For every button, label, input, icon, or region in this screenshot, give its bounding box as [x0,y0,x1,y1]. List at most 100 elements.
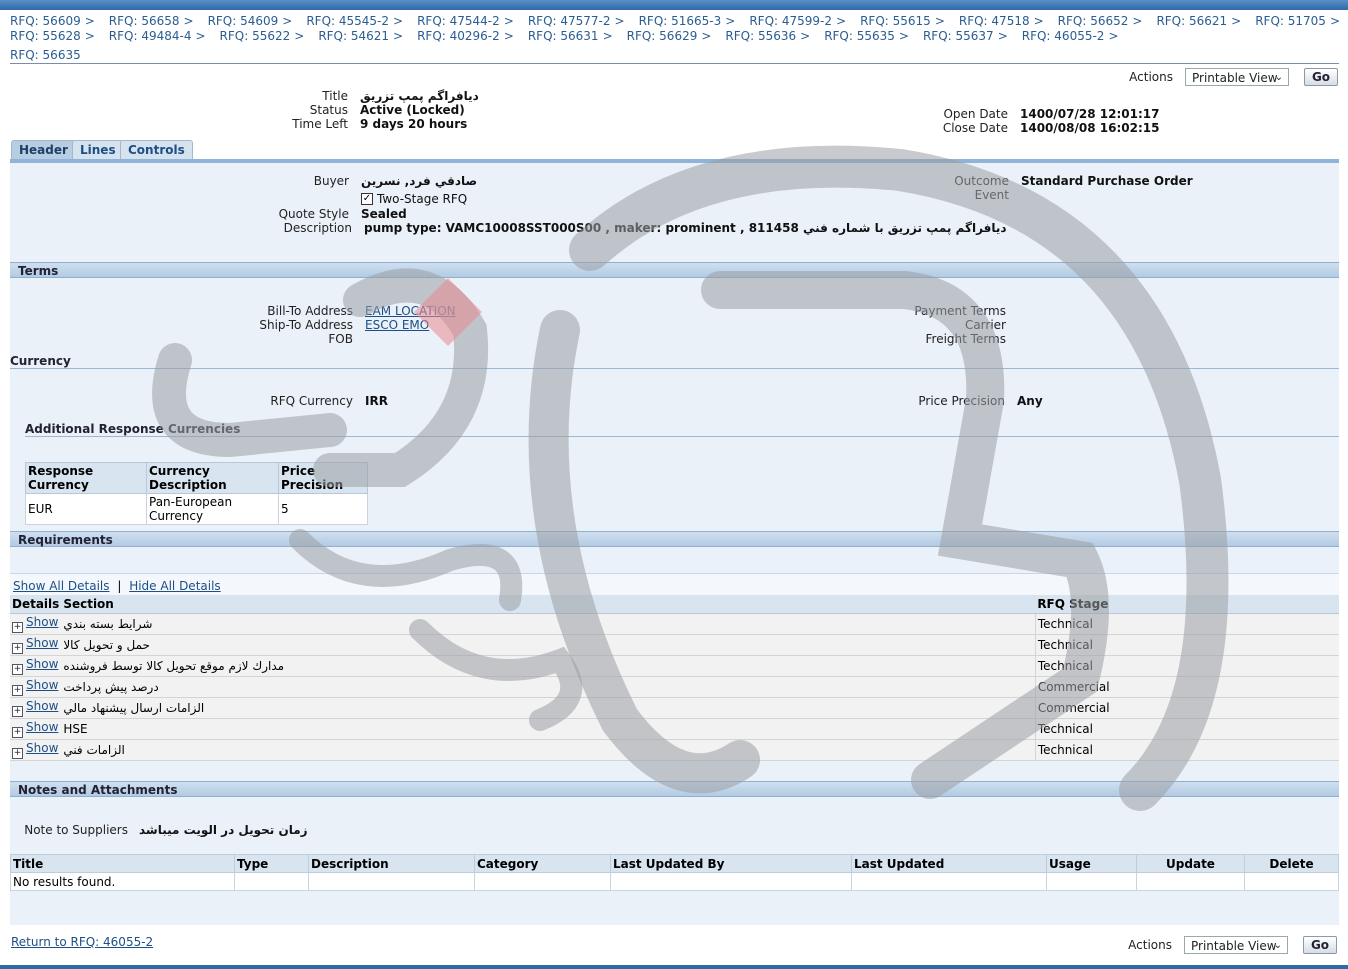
response-currency-table: Response Currency Currency Description P… [25,462,368,525]
section-cell: درصد پيش پرداخت [61,676,1036,698]
actions-select-value: Printable View [1192,71,1278,85]
quote-style-value: Sealed [361,207,407,221]
outcome-value: Standard Purchase Order [1021,174,1193,188]
breadcrumb-item[interactable]: RFQ: 47599-2 > [749,14,846,28]
hide-all-details-link[interactable]: Hide All Details [129,579,220,593]
page-title: RFQ: 56635 [10,48,81,62]
ship-to-link[interactable]: ESCO EMO [365,318,429,332]
show-details-link[interactable]: Show [26,678,58,692]
details-cell: + Show [10,718,62,740]
show-details-link[interactable]: Show [26,657,58,671]
breadcrumb: RFQ: 56609 > RFQ: 56658 > RFQ: 54609 > RFQ: 45… [10,14,1348,28]
column-header: Price Precision [278,462,368,494]
breadcrumb-item[interactable]: RFQ: 56652 > [1058,14,1143,28]
price-precision-value: Any [1017,394,1043,408]
requirements-section-header: Requirements [10,531,1339,547]
expand-icon[interactable]: + [12,643,23,654]
breadcrumb-item[interactable]: RFQ: 47544-2 > [417,14,514,28]
breadcrumb-item[interactable]: RFQ: 45545-2 > [306,14,403,28]
divider [10,368,1339,369]
close-date-value: 1400/08/08 16:02:15 [1020,121,1160,135]
breadcrumb-item[interactable]: RFQ: 54621 > [318,29,403,43]
return-link[interactable]: Return to RFQ: 46055-2 [11,935,153,949]
section-cell: الزامات فني [61,739,1036,761]
breadcrumb-item[interactable]: RFQ: 51705 > [1255,14,1340,28]
rfq-stage-cell: Commercial [1034,676,1339,698]
actions-label: Actions [1129,70,1173,84]
breadcrumb-item[interactable]: RFQ: 47577-2 > [528,14,625,28]
open-date-label: Open Date [943,107,1008,121]
show-details-link[interactable]: Show [26,699,58,713]
breadcrumb-item[interactable]: RFQ: 55635 > [824,29,909,43]
rfq-stage-cell: Technical [1034,613,1339,635]
breadcrumb-item[interactable]: RFQ: 54609 > [208,14,293,28]
breadcrumb-item[interactable]: RFQ: 55615 > [860,14,945,28]
section-cell: الزامات ارسال پيشنهاد مالي [61,697,1036,719]
attachments-table: Title Type Description Category Last Upd… [10,854,1339,891]
expand-icon[interactable]: + [12,664,23,675]
breadcrumb-item[interactable]: RFQ: 56658 > [109,14,194,28]
column-header: Currency Description [146,462,279,494]
tab-lines[interactable]: Lines [72,140,124,160]
breadcrumb-item[interactable]: RFQ: 40296-2 > [417,29,514,43]
actions-select[interactable]: Printable View ⌄ [1184,936,1288,954]
table-row: + Show الزامات ارسال پيشنهاد مالي Commercia… [10,697,1339,719]
go-button[interactable]: Go [1304,68,1338,86]
tab-controls[interactable]: Controls [120,140,193,160]
currency-heading: Currency [10,354,71,368]
breadcrumb-item[interactable]: RFQ: 56629 > [627,29,712,43]
terms-section-header: Terms [10,262,1339,278]
column-header: Details [10,595,62,614]
show-details-link[interactable]: Show [26,636,58,650]
expand-icon[interactable]: + [12,685,23,696]
breadcrumb-item[interactable]: RFQ: 55628 > [10,29,95,43]
two-stage-checkbox[interactable]: ✓ [361,193,373,205]
expand-icon[interactable]: + [12,706,23,717]
show-details-link[interactable]: Show [26,720,58,734]
show-all-details-link[interactable]: Show All Details [13,579,110,593]
table-row: No results found. [10,872,1339,891]
column-header: Type [234,854,309,873]
open-date-value: 1400/07/28 12:01:17 [1020,107,1160,121]
breadcrumb-item[interactable]: RFQ: 55637 > [923,29,1008,43]
bill-to-link[interactable]: EAM LOCATION [365,304,456,318]
show-details-link[interactable]: Show [26,615,58,629]
breadcrumb-item[interactable]: RFQ: 55622 > [220,29,305,43]
breadcrumb-item[interactable]: RFQ: 51665-3 > [639,14,736,28]
tab-header[interactable]: Header [11,140,76,160]
column-header: Title [10,854,235,873]
section-cell: حمل و تحويل كالا [61,634,1036,656]
carrier-label: Carrier [964,318,1006,332]
note-to-suppliers-value: زمان تحويل در الويت ميباشد [139,823,308,837]
column-header: Response Currency [25,462,147,494]
table-row: + Show مدارك لازم موقع تحويل كالا توسط فرو… [10,655,1339,677]
price-precision-label: Price Precision [918,394,1005,408]
column-header: Section [61,595,1036,614]
breadcrumb-item[interactable]: RFQ: 49484-4 > [109,29,206,43]
go-button[interactable]: Go [1303,936,1337,954]
rfq-currency-label: RFQ Currency [270,394,353,408]
breadcrumb-item[interactable]: RFQ: 56609 > [10,14,95,28]
top-bar [0,0,1348,10]
rfq-stage-cell: Technical [1034,718,1339,740]
breadcrumb-item[interactable]: RFQ: 56631 > [528,29,613,43]
breadcrumb-item[interactable]: RFQ: 55636 > [725,29,810,43]
breadcrumb-item[interactable]: RFQ: 47518 > [959,14,1044,28]
actions-select[interactable]: Printable View ⌄ [1185,68,1289,86]
time-left-label: Time Left [292,117,348,131]
details-toggle-bar: Show All Details | Hide All Details [10,573,1339,595]
section-cell: شرايط بسته بندي [61,613,1036,635]
show-details-link[interactable]: Show [26,741,58,755]
table-row: + Show الزامات فني Technical [10,739,1339,761]
breadcrumb-item[interactable]: RFQ: 56621 > [1156,14,1241,28]
time-left-value: 9 days 20 hours [360,117,468,131]
table-row: + Show درصد پيش پرداخت Commercial [10,676,1339,698]
buyer-value: صادقي فرد, نسرين [361,174,478,188]
two-stage-label: Two-Stage RFQ [377,192,468,206]
breadcrumb-item[interactable]: RFQ: 46055-2 > [1022,29,1119,43]
freight-terms-label: Freight Terms [925,332,1007,346]
expand-icon[interactable]: + [12,748,23,759]
rfq-stage-cell: Technical [1034,655,1339,677]
expand-icon[interactable]: + [12,727,23,738]
expand-icon[interactable]: + [12,622,23,633]
